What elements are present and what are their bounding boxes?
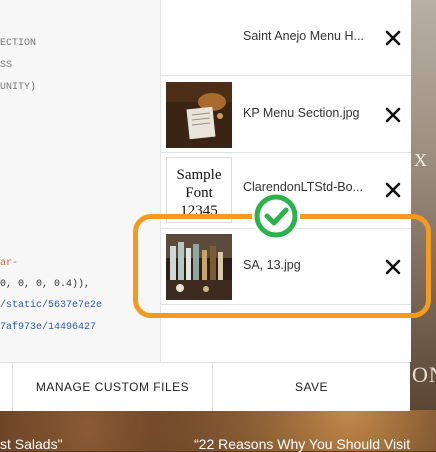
- file-name: KP Menu Section.jpg: [243, 106, 360, 120]
- code-line: 0, 0, 0, 0.4)),: [0, 279, 91, 290]
- file-manager-dialog: ECTION SS UNITY) ar- 0, 0, 0, 0.4)), /st…: [0, 0, 411, 411]
- background-letters-bottom: ON: [412, 362, 436, 387]
- code-line: /static/5637e7e2e: [0, 300, 103, 311]
- file-row[interactable]: Saint Anejo Menu H...: [161, 0, 411, 76]
- font-sample-line: Font: [185, 185, 213, 201]
- check-circle-icon: [250, 190, 302, 242]
- close-icon[interactable]: [383, 105, 403, 125]
- font-sample-line: Sample: [176, 167, 222, 183]
- dialog-footer: MANAGE CUSTOM FILES SAVE: [0, 362, 410, 411]
- code-line: UNITY): [0, 82, 37, 93]
- background-letter-top: X: [414, 150, 427, 170]
- code-line: 7af973e/14496427: [0, 322, 97, 333]
- code-line: ECTION: [0, 38, 37, 49]
- background-caption-right: “22 Reasons Why You Should Visit: [194, 436, 411, 452]
- file-row[interactable]: KP Menu Section.jpg: [161, 76, 411, 153]
- code-line: SS: [0, 60, 13, 71]
- code-line: ar-: [0, 258, 19, 269]
- save-button[interactable]: SAVE: [213, 363, 410, 411]
- manage-custom-files-button[interactable]: MANAGE CUSTOM FILES: [13, 363, 212, 411]
- file-name: Saint Anejo Menu H...: [243, 29, 364, 43]
- background-caption-left: st Salads": [0, 436, 63, 452]
- close-icon[interactable]: [383, 28, 403, 48]
- file-thumbnail: [166, 82, 232, 148]
- background-right-strip: [410, 0, 436, 410]
- close-icon[interactable]: [383, 180, 403, 200]
